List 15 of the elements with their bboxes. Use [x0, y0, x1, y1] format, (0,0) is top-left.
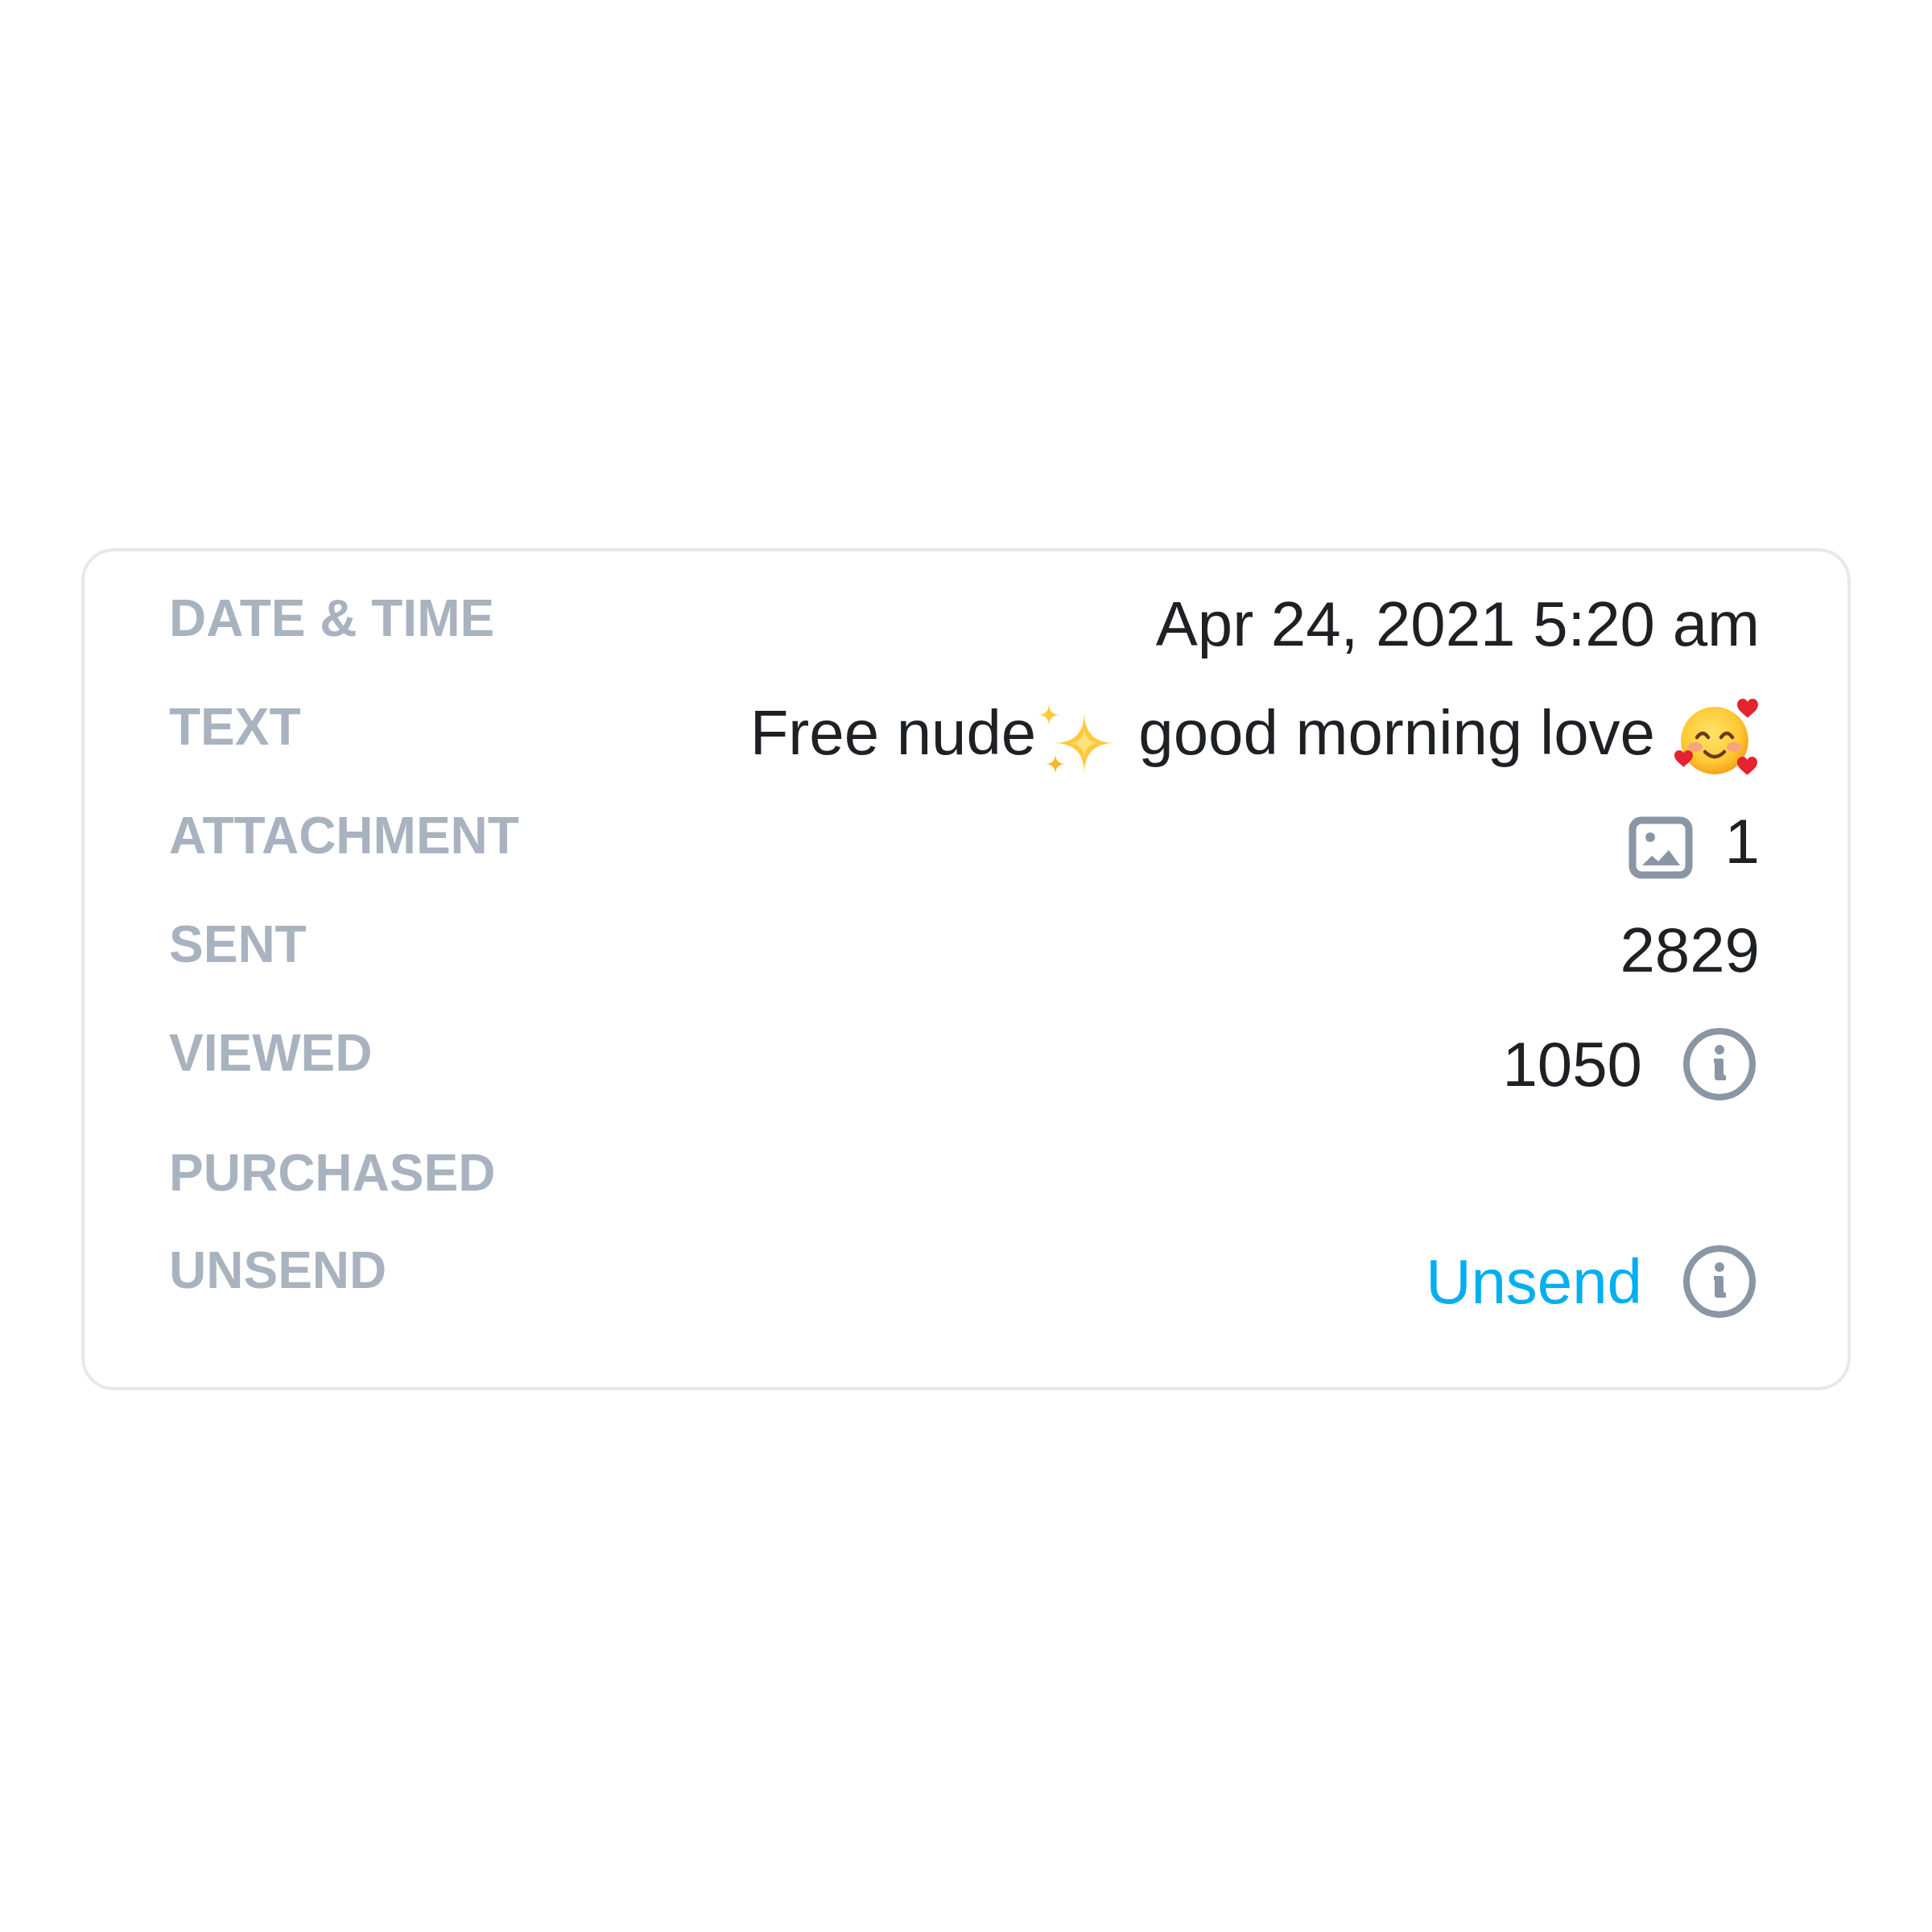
field-label: ATTACHMENT: [169, 810, 519, 861]
field-value: 2829: [1620, 919, 1760, 981]
attachment-count: 1: [1724, 810, 1760, 873]
image-icon: [1628, 816, 1693, 879]
unsend-link[interactable]: Unsend: [1426, 1250, 1642, 1313]
message-text: Free nude: [749, 701, 1037, 764]
field-label: TEXT: [169, 701, 301, 753]
field-label: DATE & TIME: [169, 592, 495, 644]
field-label: UNSEND: [169, 1245, 387, 1296]
field-label: PURCHASED: [169, 1147, 496, 1199]
field-label: VIEWED: [169, 1027, 373, 1079]
info-icon[interactable]: [1682, 1245, 1757, 1319]
field-value: 1050: [1502, 1033, 1642, 1096]
info-icon[interactable]: [1682, 1027, 1757, 1101]
field-label: SENT: [169, 919, 307, 970]
